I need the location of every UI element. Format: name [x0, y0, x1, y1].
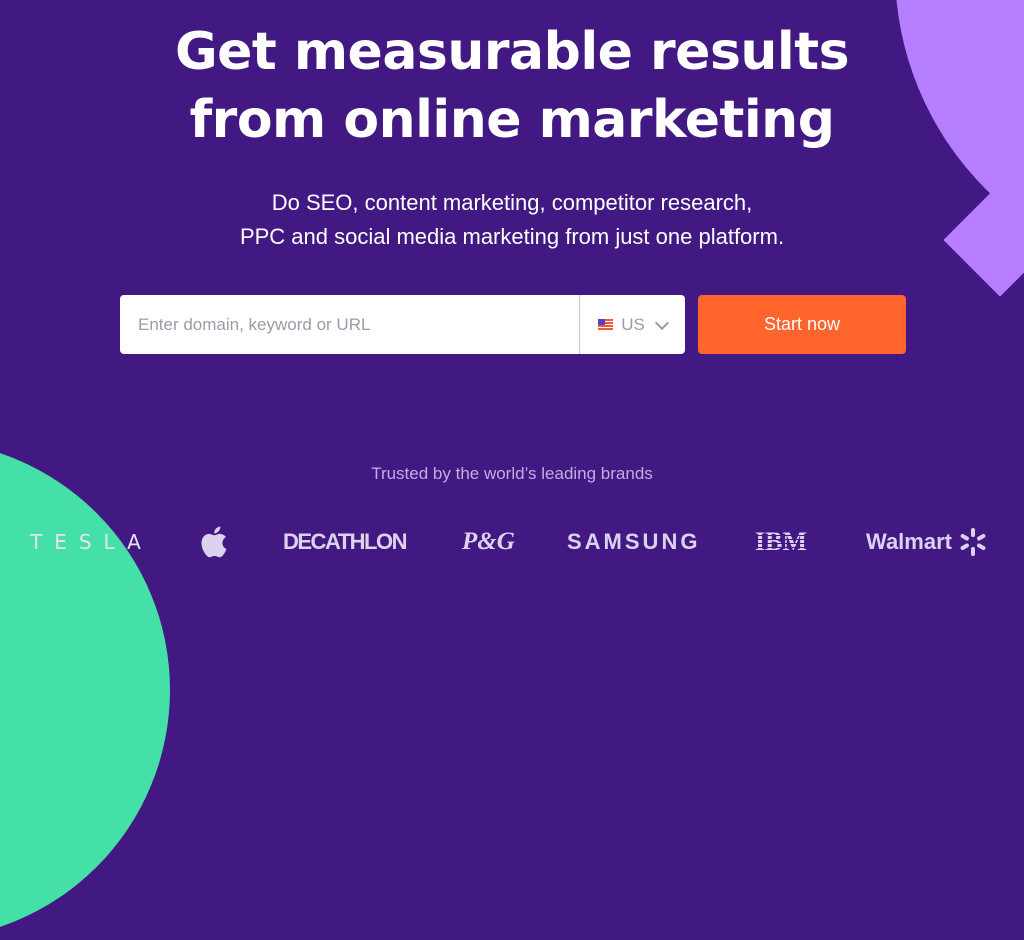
chevron-down-icon [654, 315, 669, 330]
walmart-spark-icon [960, 528, 986, 556]
decorative-green-shape [0, 440, 170, 940]
start-now-button[interactable]: Start now [698, 295, 906, 354]
walmart-logo: Walmart [866, 520, 988, 564]
trusted-by-label: Trusted by the world’s leading brands [371, 464, 653, 483]
samsung-logo: SAMSUNG [567, 529, 701, 554]
country-selected-value: US [621, 314, 645, 334]
subtext-line-1: Do SEO, content marketing, competitor re… [271, 190, 753, 215]
us-flag-icon [598, 319, 614, 330]
search-form: US [120, 294, 685, 355]
tesla-logo: TESLA [30, 530, 153, 554]
apple-logo [198, 520, 228, 564]
brand-logos: TESLA DECATHLON P&G SAMSUNG IBM Walmart [0, 520, 1024, 564]
walmart-logo-text: Walmart [866, 529, 952, 554]
headline-line-2: from online marketing [189, 90, 835, 150]
country-select[interactable]: US [579, 295, 685, 354]
hero-headline: Get measurable results from online marke… [0, 18, 1024, 154]
hero-subtext: Do SEO, content marketing, competitor re… [0, 186, 1024, 254]
decathlon-logo: DECATHLON [283, 529, 407, 554]
domain-search-input[interactable] [120, 294, 579, 355]
ibm-logo: IBM [755, 520, 807, 564]
pg-logo: P&G [462, 528, 515, 555]
apple-icon [201, 526, 227, 558]
headline-line-1: Get measurable results [174, 22, 850, 82]
subtext-line-2: PPC and social media marketing from just… [239, 224, 785, 249]
